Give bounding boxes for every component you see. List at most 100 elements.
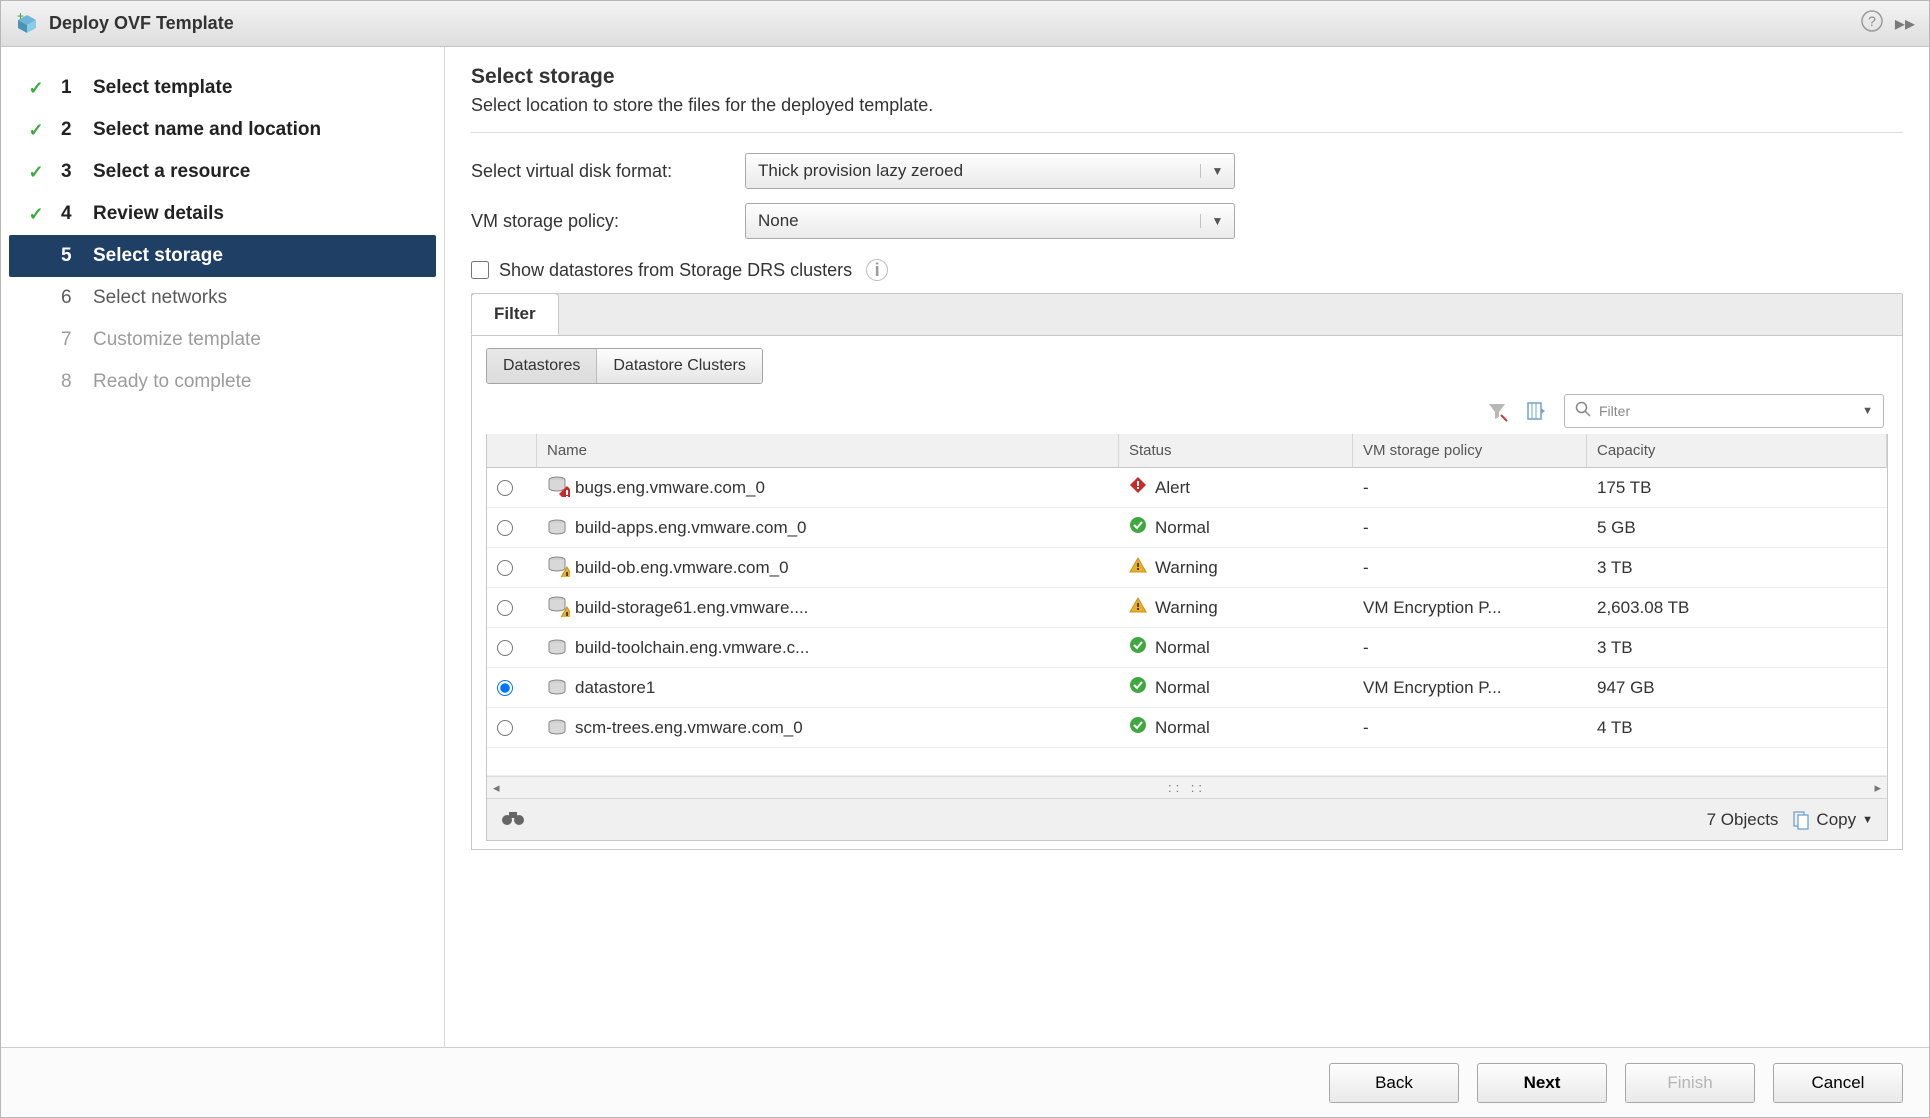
horizontal-scrollbar[interactable]: ◂ :: :: ▸: [487, 776, 1887, 798]
col-radio: [487, 434, 537, 468]
step-label: Select networks: [93, 287, 227, 309]
row-radio[interactable]: [497, 520, 513, 536]
status-text: Alert: [1155, 478, 1190, 498]
row-select-cell[interactable]: [487, 628, 537, 668]
row-status-cell: Normal: [1119, 508, 1353, 548]
row-radio[interactable]: [497, 640, 513, 656]
scroll-grip-icon: :: ::: [1168, 780, 1206, 795]
row-name-cell[interactable]: bugs.eng.vmware.com_0: [537, 468, 1119, 508]
row-radio[interactable]: [497, 480, 513, 496]
row-select-cell[interactable]: [487, 508, 537, 548]
capacity-text: 2,603.08 TB: [1597, 598, 1689, 618]
row-radio[interactable]: [497, 720, 513, 736]
status-icon: [1129, 476, 1147, 499]
datastore-grid: Name Status VM storage policy Capacity F…: [487, 434, 1887, 776]
col-name[interactable]: Name: [537, 434, 1119, 468]
scroll-left-icon[interactable]: ◂: [493, 780, 500, 796]
wizard-sidebar: ✓ 1 Select template ✓ 2 Select name and …: [1, 47, 445, 1047]
capacity-text: 5 GB: [1597, 518, 1636, 538]
status-icon: [1129, 636, 1147, 659]
check-icon: ✓: [25, 204, 47, 225]
filter-funnel-icon[interactable]: [1484, 398, 1510, 424]
subtab-datastores[interactable]: Datastores: [487, 349, 596, 383]
grid-statusbar: 7 Objects Copy ▼: [487, 798, 1887, 840]
row-name-cell[interactable]: build-ob.eng.vmware.com_0: [537, 548, 1119, 588]
empty-cell: [1887, 748, 1888, 776]
step-4-review-details[interactable]: ✓ 4 Review details: [1, 193, 444, 235]
status-text: Normal: [1155, 518, 1210, 538]
row-name-cell[interactable]: build-storage61.eng.vmware....: [537, 588, 1119, 628]
status-text: Normal: [1155, 638, 1210, 658]
binoculars-icon[interactable]: [501, 808, 525, 831]
scroll-right-icon[interactable]: ▸: [1874, 780, 1881, 796]
step-label: Select a resource: [93, 161, 250, 183]
drs-checkbox[interactable]: [471, 261, 489, 279]
cancel-button[interactable]: Cancel: [1773, 1063, 1903, 1103]
step-8-ready-to-complete: 8 Ready to complete: [1, 361, 444, 403]
copy-button[interactable]: Copy ▼: [1792, 810, 1873, 830]
row-capacity-cell: 4 TB: [1587, 708, 1887, 748]
disk-format-dropdown[interactable]: Thick provision lazy zeroed ▼: [745, 153, 1235, 189]
row-select-cell[interactable]: [487, 588, 537, 628]
capacity-text: 3 TB: [1597, 558, 1633, 578]
col-status[interactable]: Status: [1119, 434, 1353, 468]
row-select-cell[interactable]: [487, 548, 537, 588]
row-radio[interactable]: [497, 680, 513, 696]
step-2-select-name-location[interactable]: ✓ 2 Select name and location: [1, 109, 444, 151]
col-capacity[interactable]: Capacity: [1587, 434, 1887, 468]
step-label: Select storage: [93, 245, 223, 267]
chevron-down-icon: ▼: [1200, 164, 1234, 178]
datastore-icon: [547, 476, 567, 499]
tab-filter[interactable]: Filter: [471, 293, 559, 335]
datastore-type-toggle: Datastores Datastore Clusters: [486, 348, 763, 384]
row-policy-cell: VM Encryption P...: [1353, 588, 1587, 628]
row-select-cell[interactable]: [487, 668, 537, 708]
object-count: 7 Objects: [1707, 810, 1779, 830]
row-name-cell[interactable]: scm-trees.eng.vmware.com_0: [537, 708, 1119, 748]
row-free-cell: 709.3 GB: [1887, 548, 1888, 588]
row-capacity-cell: 3 TB: [1587, 628, 1887, 668]
row-free-cell: 2.45 TB: [1887, 708, 1888, 748]
row-free-cell: 4.61 GB: [1887, 508, 1888, 548]
chevron-down-icon: ▼: [1862, 405, 1873, 417]
step-5-select-storage[interactable]: 5 Select storage: [9, 235, 436, 277]
row-radio[interactable]: [497, 560, 513, 576]
col-free[interactable]: Free: [1887, 434, 1888, 468]
back-button[interactable]: Back: [1329, 1063, 1459, 1103]
row-name-cell[interactable]: build-toolchain.eng.vmware.c...: [537, 628, 1119, 668]
expand-icon[interactable]: ▸▸: [1895, 11, 1915, 36]
columns-icon[interactable]: [1524, 398, 1550, 424]
chevron-down-icon: ▼: [1862, 814, 1873, 826]
row-name-cell[interactable]: datastore1: [537, 668, 1119, 708]
row-radio[interactable]: [497, 600, 513, 616]
step-label: Ready to complete: [93, 371, 251, 393]
row-policy-cell: -: [1353, 548, 1587, 588]
info-icon[interactable]: i: [866, 259, 888, 281]
next-button[interactable]: Next: [1477, 1063, 1607, 1103]
help-icon[interactable]: ?: [1861, 10, 1883, 38]
empty-cell: [1587, 748, 1887, 776]
step-3-select-resource[interactable]: ✓ 3 Select a resource: [1, 151, 444, 193]
page-title: Select storage: [471, 65, 1903, 89]
row-name-cell[interactable]: build-apps.eng.vmware.com_0: [537, 508, 1119, 548]
row-select-cell[interactable]: [487, 468, 537, 508]
policy-text: -: [1363, 558, 1369, 578]
policy-text: VM Encryption P...: [1363, 678, 1502, 698]
check-icon: ✓: [25, 78, 47, 99]
row-status-cell: Normal: [1119, 668, 1353, 708]
window-title: Deploy OVF Template: [49, 13, 1861, 34]
subtab-datastore-clusters[interactable]: Datastore Clusters: [596, 349, 762, 383]
page-subtitle: Select location to store the files for t…: [471, 95, 1903, 116]
storage-policy-value: None: [746, 211, 1200, 231]
status-icon: [1129, 556, 1147, 579]
storage-policy-dropdown[interactable]: None ▼: [745, 203, 1235, 239]
filter-input-dropdown[interactable]: Filter ▼: [1564, 394, 1884, 428]
col-policy[interactable]: VM storage policy: [1353, 434, 1587, 468]
empty-cell: [1119, 748, 1353, 776]
row-select-cell[interactable]: [487, 708, 537, 748]
disk-format-value: Thick provision lazy zeroed: [746, 161, 1200, 181]
row-status-cell: Normal: [1119, 708, 1353, 748]
disk-format-label: Select virtual disk format:: [471, 161, 731, 182]
step-1-select-template[interactable]: ✓ 1 Select template: [1, 67, 444, 109]
datastore-icon: [547, 519, 567, 537]
